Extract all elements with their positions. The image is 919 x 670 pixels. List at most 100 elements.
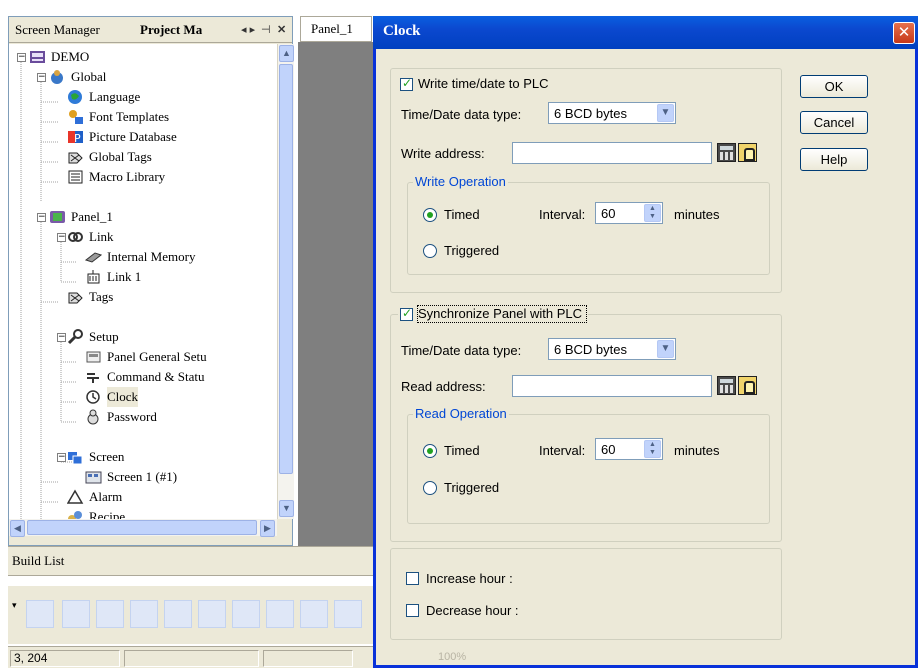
- write-address-label: Write address:: [401, 146, 485, 161]
- focus-indicator: [417, 305, 587, 323]
- scroll-down-icon[interactable]: ▼: [279, 500, 294, 517]
- rectangle-tool-icon[interactable]: [198, 600, 226, 628]
- dot-tool-icon[interactable]: [26, 600, 54, 628]
- zoom-readout: 100%: [438, 651, 467, 663]
- tree-item-label: DEMO: [51, 49, 90, 64]
- tree-item-label: Command & Statu: [107, 369, 205, 384]
- tag-browse-icon[interactable]: [738, 143, 757, 162]
- scroll-thumb[interactable]: [279, 64, 293, 474]
- chevron-down-icon[interactable]: ▼: [657, 104, 674, 122]
- write-address-input[interactable]: [512, 142, 712, 164]
- polygon-tool-icon[interactable]: [232, 600, 260, 628]
- scroll-up-icon[interactable]: ▲: [279, 45, 294, 62]
- svg-text:P: P: [74, 132, 81, 145]
- read-operation-group: [407, 414, 770, 524]
- horizontal-line-tool-icon[interactable]: [96, 600, 124, 628]
- spin-arrows-icon[interactable]: ▲ ▼: [644, 440, 661, 458]
- status-cell-empty: [263, 650, 353, 667]
- link-icon: [68, 232, 83, 242]
- read-interval-stepper[interactable]: 60 ▲ ▼: [595, 438, 663, 460]
- tree-vertical-scrollbar[interactable]: ▲ ▼: [277, 44, 294, 519]
- tree-item-label: Tags: [89, 289, 114, 304]
- setup-icon: [67, 329, 83, 345]
- cancel-button[interactable]: Cancel: [800, 111, 868, 134]
- font-template-icon: [69, 110, 83, 124]
- collapse-link-icon[interactable]: −: [57, 233, 66, 242]
- project-icon: [30, 51, 45, 63]
- collapse-demo-icon[interactable]: −: [17, 53, 26, 62]
- chevron-down-icon[interactable]: ▼: [657, 340, 674, 358]
- collapse-screen-icon[interactable]: −: [57, 453, 66, 462]
- tree-item-label: Recipe: [89, 509, 126, 519]
- toolbar-dropdown-icon[interactable]: ▾: [12, 600, 17, 611]
- ellipse-tool-icon[interactable]: [300, 600, 328, 628]
- tree-item-label: Picture Database: [89, 129, 177, 144]
- write-interval-label: Interval:: [539, 207, 586, 222]
- memory-icon: [85, 252, 102, 263]
- read-triggered-label: Triggered: [444, 480, 500, 495]
- increase-hour-label: Increase hour :: [426, 571, 513, 586]
- scroll-right-icon[interactable]: ▶: [260, 520, 275, 537]
- tree-item-label: Clock: [107, 387, 139, 407]
- scroll-thumb[interactable]: [27, 520, 257, 535]
- circle-tool-icon[interactable]: [266, 600, 294, 628]
- increase-hour-checkbox[interactable]: [406, 572, 419, 585]
- calculator-icon[interactable]: [717, 143, 736, 162]
- sync-checkbox[interactable]: ✓: [400, 306, 413, 321]
- write-checkbox-row[interactable]: ✓ Write time/date to PLC: [398, 75, 550, 93]
- tree-item-label: Panel General Setu: [107, 349, 207, 364]
- tree-item-label: Global: [71, 69, 107, 84]
- ok-button[interactable]: OK: [800, 75, 868, 98]
- tab-panel-1[interactable]: Panel_1: [300, 16, 372, 42]
- write-timed-radio[interactable]: [423, 208, 437, 222]
- read-timed-radio[interactable]: [423, 444, 437, 458]
- sync-checkbox-row[interactable]: ✓ Synchronize Panel with PLC: [398, 305, 588, 323]
- spin-arrows-icon[interactable]: ▲ ▼: [644, 204, 661, 222]
- command-status-icon: [87, 373, 99, 383]
- collapse-setup-icon[interactable]: −: [57, 333, 66, 342]
- tree-horizontal-scrollbar[interactable]: ◀ ▶: [9, 519, 277, 537]
- tree-item-label: Panel_1: [71, 209, 113, 224]
- checkmark-icon: ✓: [402, 306, 413, 320]
- write-operation-group: [407, 182, 770, 275]
- read-minutes-label: minutes: [674, 443, 720, 458]
- calculator-icon[interactable]: [717, 376, 736, 395]
- polyline-tool-icon[interactable]: [164, 600, 192, 628]
- help-button[interactable]: Help: [800, 148, 868, 171]
- write-minutes-label: minutes: [674, 207, 720, 222]
- tag-browse-icon[interactable]: [738, 376, 757, 395]
- write-checkbox[interactable]: ✓: [400, 76, 413, 91]
- read-interval-value: 60: [601, 442, 616, 457]
- panel-icon: [50, 211, 65, 223]
- diagonal-line-tool-icon[interactable]: [62, 600, 90, 628]
- tab-scroll-arrows[interactable]: ◂ ▸: [241, 20, 255, 40]
- write-interval-stepper[interactable]: 60 ▲ ▼: [595, 202, 663, 224]
- scroll-left-icon[interactable]: ◀: [10, 520, 25, 537]
- collapse-panel1-icon[interactable]: −: [37, 213, 46, 222]
- collapse-global-icon[interactable]: −: [37, 73, 46, 82]
- macro-library-icon: [68, 170, 83, 184]
- close-icon[interactable]: ✕: [893, 22, 915, 44]
- tree-item-label: Language: [89, 89, 141, 104]
- pin-icon[interactable]: ⊣: [261, 20, 271, 40]
- read-timed-label: Timed: [444, 443, 480, 458]
- read-triggered-radio[interactable]: [423, 481, 437, 495]
- vertical-line-tool-icon[interactable]: [130, 600, 158, 628]
- read-address-input[interactable]: [512, 375, 712, 397]
- arc-tool-icon[interactable]: [334, 600, 362, 628]
- write-triggered-radio[interactable]: [423, 244, 437, 258]
- alarm-icon: [67, 489, 84, 504]
- sync-datatype-select[interactable]: 6 BCD bytes ▼: [548, 338, 676, 360]
- dialog-titlebar[interactable]: Clock ✕: [373, 16, 918, 49]
- tab-screen-manager[interactable]: Screen Manager: [15, 20, 100, 41]
- status-bar: 3, 204: [8, 646, 373, 668]
- decrease-hour-checkbox[interactable]: [406, 604, 419, 617]
- write-datatype-select[interactable]: 6 BCD bytes ▼: [548, 102, 676, 124]
- tree-item-label: Screen 1 (#1): [107, 469, 178, 484]
- close-pane-icon[interactable]: ✕: [277, 20, 286, 40]
- tree-item-label: Password: [107, 409, 157, 424]
- tree-item-label: Screen: [89, 449, 125, 464]
- editor-canvas: [298, 42, 373, 547]
- tab-project-manager[interactable]: Project Ma: [140, 20, 202, 41]
- project-manager-pane: Screen Manager Project Ma ◂ ▸ ⊣ ✕ − − − …: [8, 16, 294, 546]
